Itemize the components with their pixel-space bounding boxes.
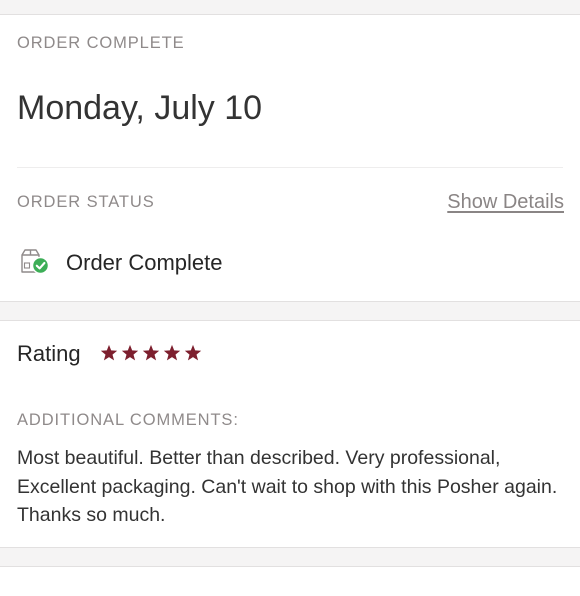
star-icon (100, 344, 118, 361)
rating-stars (99, 343, 203, 363)
order-complete-heading: ORDER COMPLETE (17, 34, 185, 52)
star-icon (184, 344, 202, 361)
rating-card: Rating ADDITIONAL COMMENTS: Most beautif… (0, 320, 580, 548)
order-status-heading: ORDER STATUS (17, 193, 155, 211)
show-details-link[interactable]: Show Details (447, 191, 564, 214)
star-icon (142, 344, 160, 361)
additional-comments-heading: ADDITIONAL COMMENTS: (17, 411, 239, 429)
section-divider (17, 167, 563, 168)
package-check-icon (20, 248, 52, 276)
order-date: Monday, July 10 (17, 89, 263, 127)
comment-text: Most beautiful. Better than described. V… (17, 447, 558, 526)
star-icon (163, 344, 181, 361)
order-status-text: Order Complete (66, 250, 223, 275)
next-card (0, 566, 580, 596)
star-icon (121, 344, 139, 361)
order-summary-card: ORDER COMPLETE Monday, July 10 ORDER STA… (0, 14, 580, 302)
rating-label: Rating (17, 341, 81, 366)
